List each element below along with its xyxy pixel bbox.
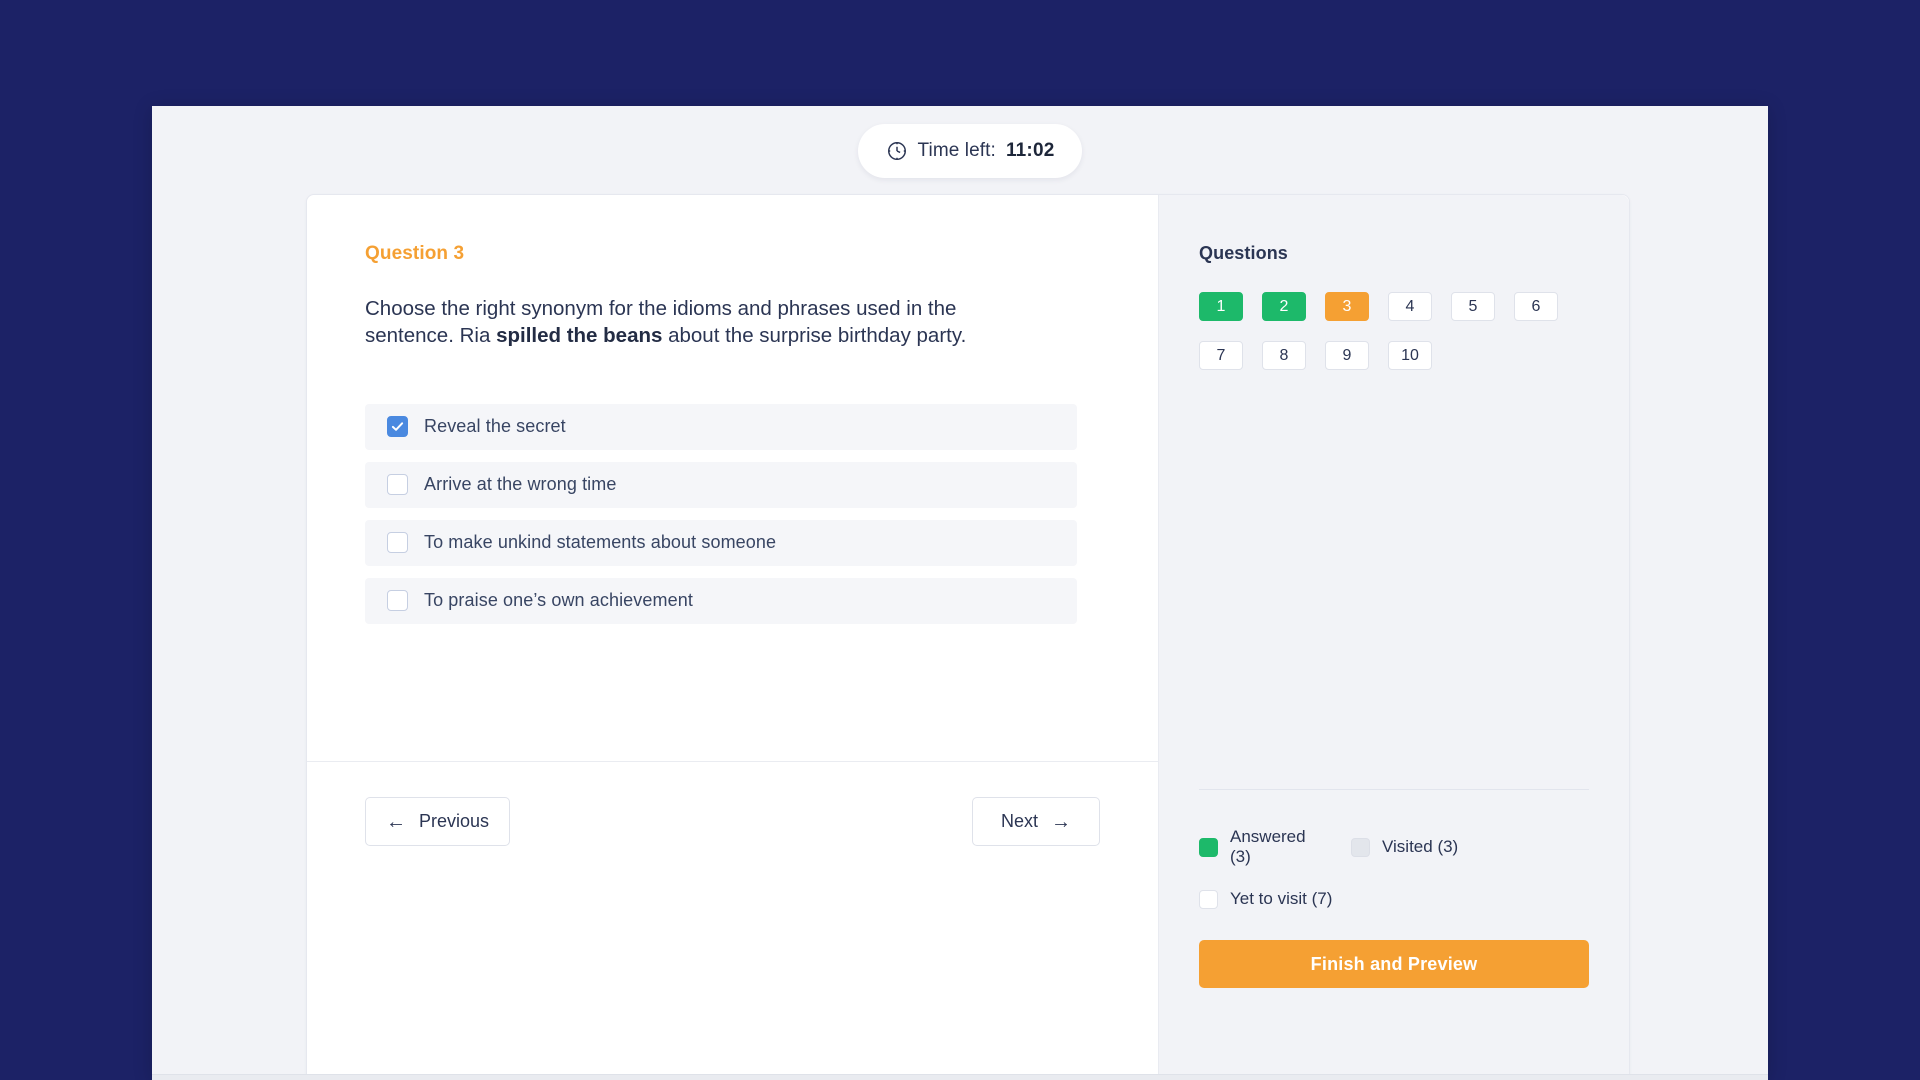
- question-chip-4[interactable]: 4: [1388, 292, 1432, 321]
- question-prompt: Choose the right synonym for the idioms …: [365, 295, 975, 350]
- legend-swatch-gray: [1351, 837, 1370, 857]
- option-label: Reveal the secret: [424, 416, 566, 436]
- legend-swatch-white: [1199, 889, 1218, 909]
- next-button-label: Next: [1000, 811, 1038, 831]
- finish-and-preview-button[interactable]: Finish and Preview: [1199, 940, 1589, 988]
- question-number-grid: 1 2 3 4 5 6 7 8 9 10: [1199, 292, 1591, 370]
- clock-icon: [886, 140, 908, 162]
- question-column: Question 3 Choose the right synonym for …: [307, 195, 1159, 1079]
- option-row[interactable]: To praise one’s own achievement: [365, 577, 1077, 624]
- legend-item-answered: Answered (3): [1199, 827, 1327, 867]
- checkbox-checked-icon[interactable]: [387, 416, 408, 437]
- question-nav-footer: ← Previous Next →: [307, 761, 1158, 881]
- arrow-left-icon: ←: [386, 810, 406, 833]
- panel-footer-strip: [152, 1074, 1768, 1080]
- questions-panel-title: Questions: [1199, 243, 1288, 263]
- legend-label-yet-to-visit: Yet to visit (7): [1230, 889, 1333, 908]
- question-chip-2[interactable]: 2: [1262, 292, 1306, 321]
- checkbox-unchecked-icon[interactable]: [387, 590, 408, 611]
- option-row[interactable]: To make unkind statements about someone: [365, 519, 1077, 566]
- option-label: To make unkind statements about someone: [424, 532, 777, 552]
- time-left-pill: Time left: 11:02: [858, 124, 1082, 178]
- time-left-value: 11:02: [1005, 140, 1055, 161]
- question-chip-3[interactable]: 3: [1325, 292, 1369, 321]
- exam-card: Question 3 Choose the right synonym for …: [306, 194, 1630, 1080]
- option-row[interactable]: Arrive at the wrong time: [365, 461, 1077, 508]
- question-number-label: Question 3: [365, 243, 465, 264]
- question-chip-5[interactable]: 5: [1451, 292, 1495, 321]
- status-legend: Answered (3) Visited (3) Yet to visit (7…: [1199, 827, 1591, 909]
- legend-label-answered: Answered (3): [1230, 827, 1306, 866]
- question-body: Question 3 Choose the right synonym for …: [307, 195, 1158, 624]
- question-chip-6[interactable]: 6: [1514, 292, 1558, 321]
- legend-swatch-green: [1199, 837, 1218, 857]
- question-chip-7[interactable]: 7: [1199, 341, 1243, 370]
- legend-label-visited: Visited (3): [1382, 837, 1459, 856]
- exam-app-panel: Time left: 11:02 Question 3 Choose the r…: [152, 106, 1768, 1080]
- question-chip-8[interactable]: 8: [1262, 341, 1306, 370]
- checkbox-unchecked-icon[interactable]: [387, 532, 408, 553]
- options-list: Reveal the secret Arrive at the wrong ti…: [365, 403, 1100, 624]
- legend-item-visited: Visited (3): [1351, 827, 1458, 867]
- previous-button-label: Previous: [419, 811, 490, 831]
- question-prompt-bold: spilled the beans: [496, 324, 663, 348]
- arrow-right-icon: →: [1051, 810, 1071, 833]
- option-label: To praise one’s own achievement: [424, 590, 693, 610]
- legend-divider: [1199, 789, 1589, 790]
- question-chip-1[interactable]: 1: [1199, 292, 1243, 321]
- question-chip-9[interactable]: 9: [1325, 341, 1369, 370]
- previous-button[interactable]: ← Previous: [365, 797, 511, 846]
- legend-item-yet-to-visit: Yet to visit (7): [1199, 889, 1332, 909]
- time-left-label: Time left:: [917, 140, 996, 161]
- question-prompt-suffix: about the surprise birthday party.: [662, 324, 967, 348]
- next-button[interactable]: Next →: [972, 797, 1100, 846]
- question-chip-10[interactable]: 10: [1388, 341, 1432, 370]
- questions-sidebar: Questions 1 2 3 4 5 6 7 8 9 10 Answered …: [1159, 195, 1629, 1079]
- question-prompt-prefix: Ria: [459, 324, 497, 348]
- checkbox-unchecked-icon[interactable]: [387, 474, 408, 495]
- option-label: Arrive at the wrong time: [424, 474, 617, 494]
- option-row[interactable]: Reveal the secret: [365, 403, 1077, 450]
